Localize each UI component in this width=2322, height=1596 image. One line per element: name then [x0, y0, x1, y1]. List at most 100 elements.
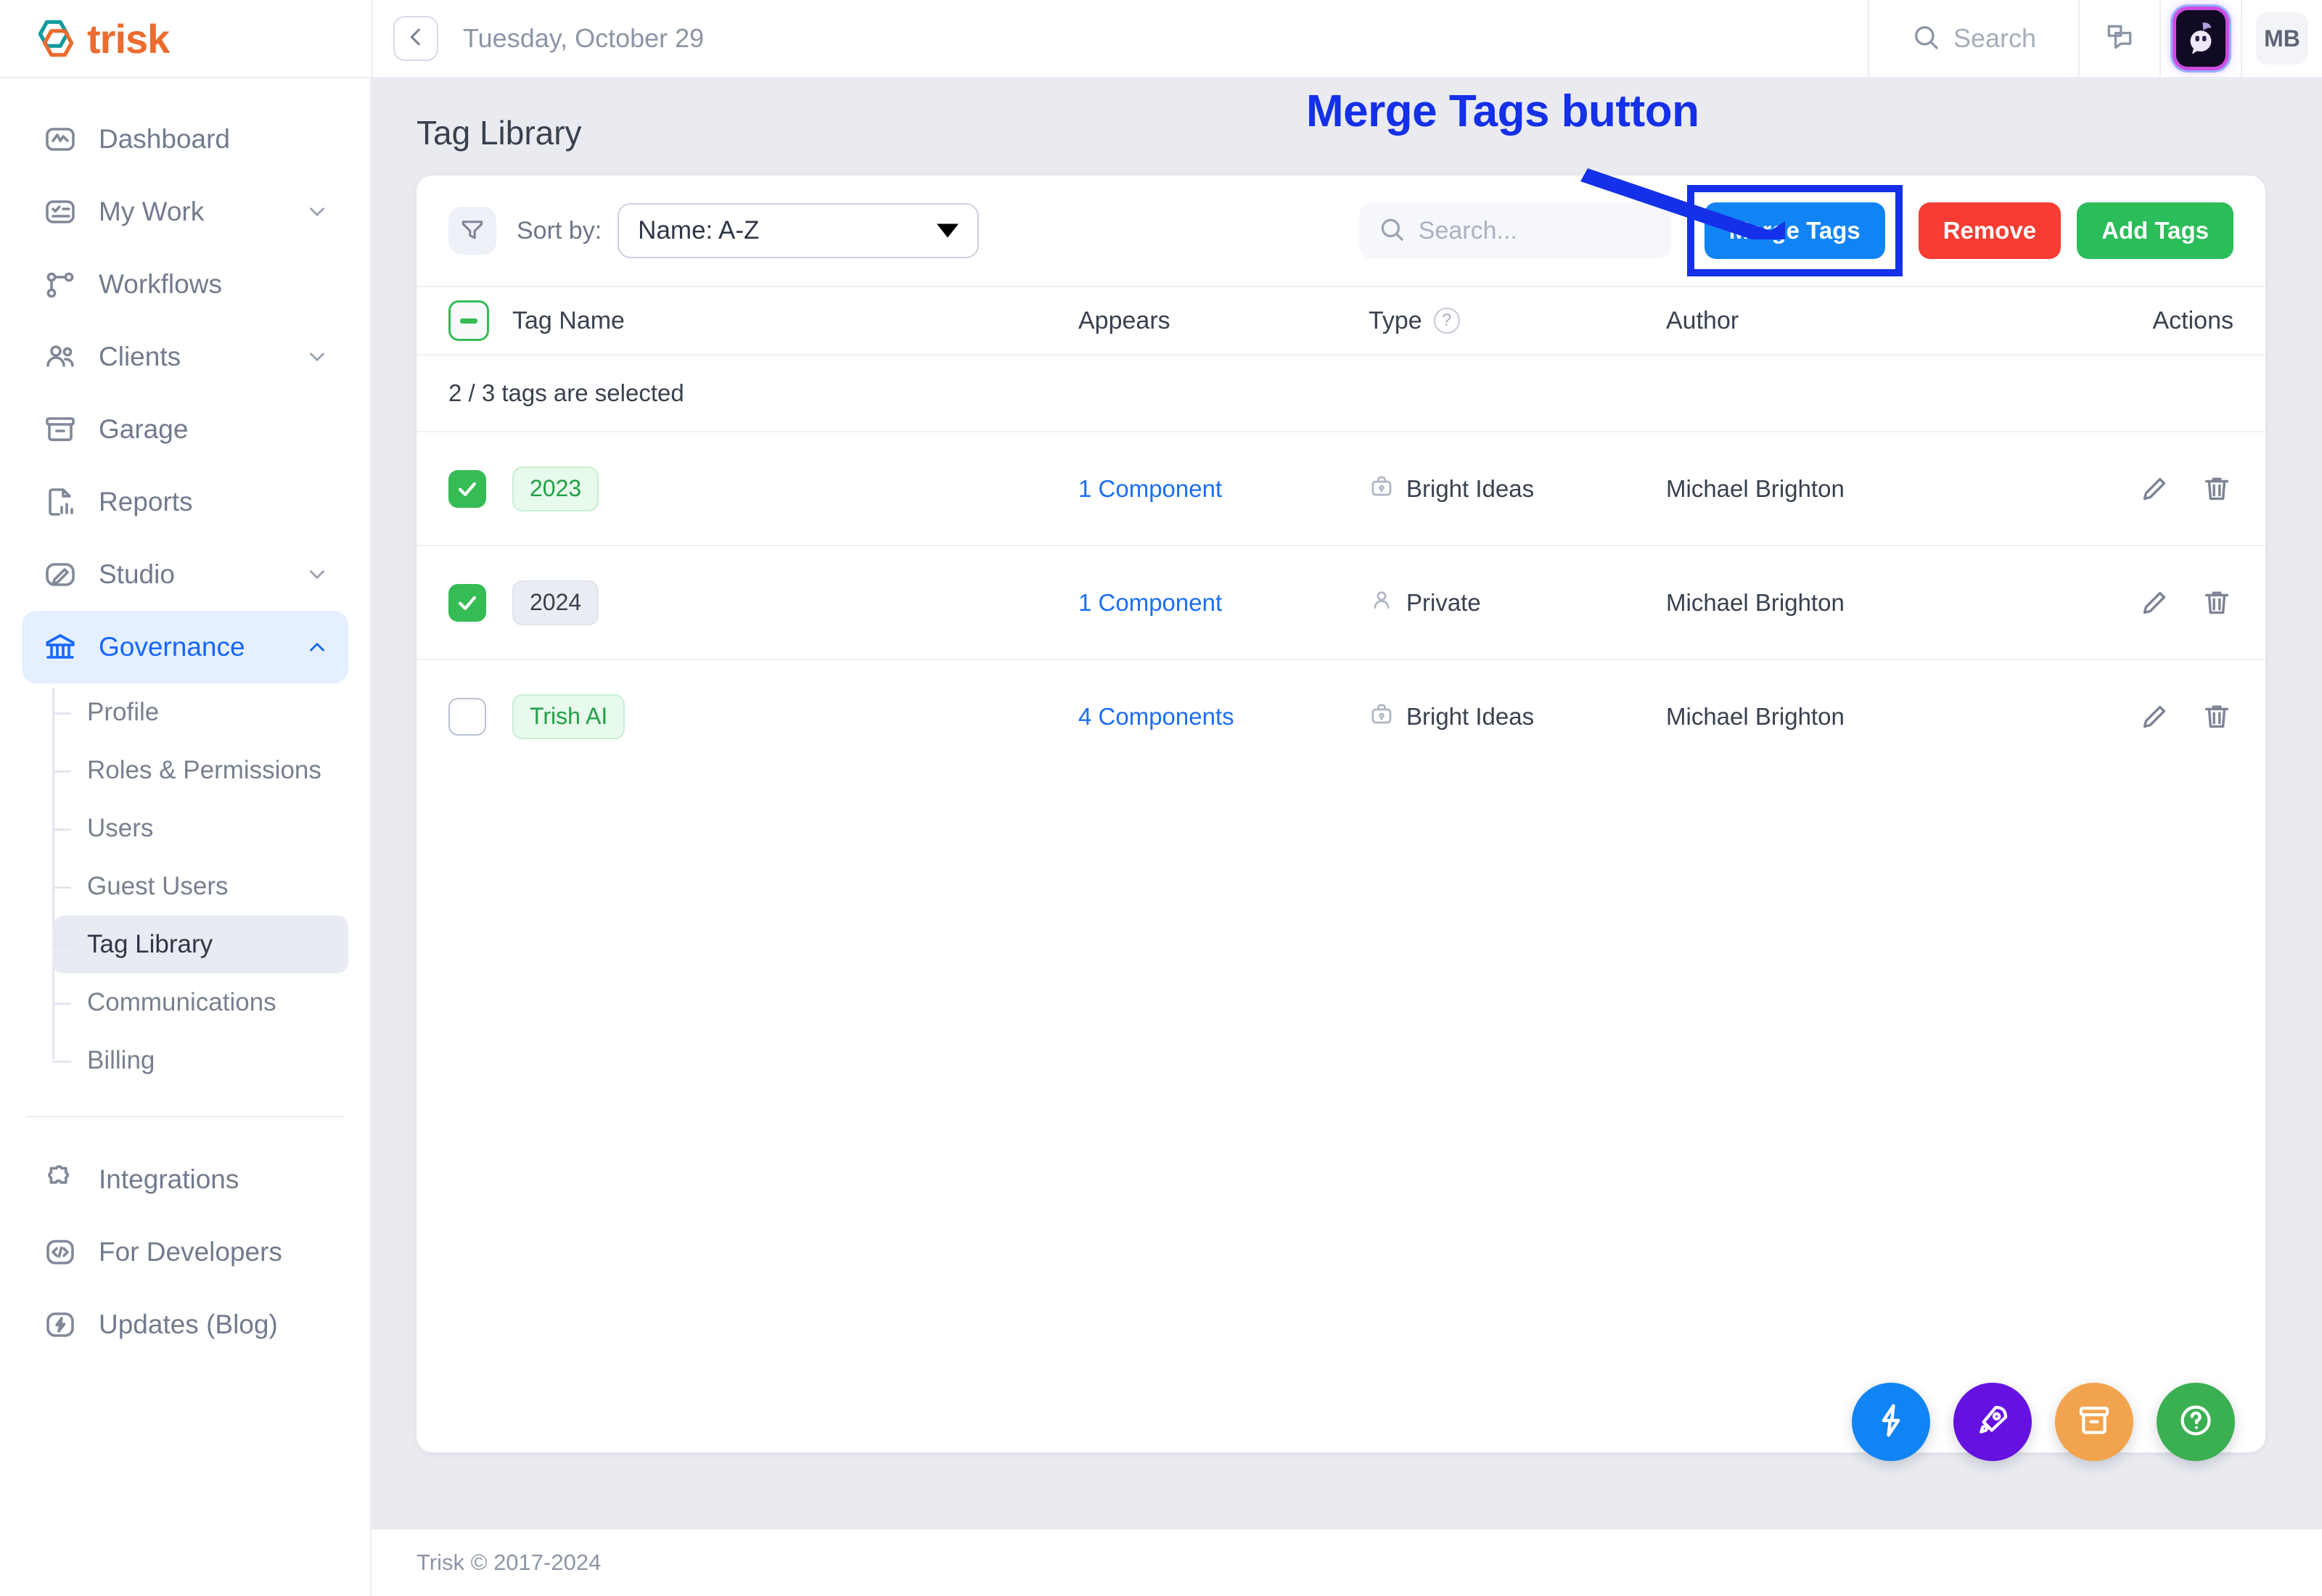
search-input[interactable]: Search...: [1358, 202, 1671, 259]
sidebar-item-my-work[interactable]: My Work: [22, 176, 348, 248]
chevron-left-icon: [403, 25, 428, 53]
sidebar-item-guest-users[interactable]: Guest Users: [52, 857, 348, 916]
sidebar-item-users[interactable]: Users: [52, 799, 348, 857]
sidebar-item-roles-permissions[interactable]: Roles & Permissions: [52, 741, 348, 799]
brand[interactable]: trisk: [0, 0, 372, 78]
global-search-button[interactable]: Search: [1868, 0, 2078, 78]
caret-down-icon: [937, 223, 959, 238]
trash-icon[interactable]: [2200, 700, 2233, 733]
sub-item-label: Users: [87, 814, 154, 842]
pencil-icon[interactable]: [2138, 586, 2171, 620]
archive-box-icon: [2075, 1401, 2114, 1444]
row-checkbox-cell: [448, 697, 512, 736]
row-type-cell: Bright Ideas: [1369, 701, 1666, 733]
row-checkbox[interactable]: [448, 469, 486, 508]
sidebar-item-governance[interactable]: Governance: [22, 611, 348, 683]
row-tag-cell: 2023: [512, 466, 1078, 511]
app-root: trisk Tuesday, October 29 Search MB Dash…: [0, 0, 2322, 1596]
chevron-up-icon: [305, 635, 329, 659]
reports-icon: [41, 482, 80, 522]
question-mark-icon[interactable]: ?: [1433, 308, 1460, 334]
clients-icon: [41, 337, 80, 377]
divider: [372, 0, 373, 78]
sidebar-item-workflows[interactable]: Workflows: [22, 248, 348, 321]
add-tags-button[interactable]: Add Tags: [2077, 202, 2233, 259]
column-header-author[interactable]: Author: [1666, 307, 2067, 335]
sidebar-item-label: Reports: [99, 487, 193, 517]
column-header-type[interactable]: Type: [1369, 307, 1422, 335]
sidebar-item-profile[interactable]: Profile: [52, 683, 348, 741]
sidebar-item-garage[interactable]: Garage: [22, 393, 348, 466]
garage-icon: [41, 410, 80, 449]
help-fab[interactable]: [2157, 1383, 2235, 1461]
global-search-label: Search: [1953, 23, 2037, 53]
sidebar-item-communications[interactable]: Communications: [52, 974, 348, 1032]
sidebar-item-for-developers[interactable]: For Developers: [22, 1216, 348, 1288]
column-header-appears[interactable]: Appears: [1078, 307, 1369, 335]
indeterminate-dash-icon: [460, 318, 477, 324]
briefcase-icon: [1369, 473, 1395, 505]
sidebar: Dashboard My Work Workflows Clients Gara…: [0, 78, 372, 1596]
launch-fab[interactable]: [1953, 1383, 2032, 1461]
current-date: Tuesday, October 29: [463, 23, 705, 53]
row-appears-cell: 1 Component: [1078, 475, 1369, 503]
row-author: Michael Brighton: [1666, 474, 1845, 502]
user-avatar-button[interactable]: MB: [2241, 0, 2322, 78]
appears-link[interactable]: 4 Components: [1078, 703, 1234, 730]
table-row[interactable]: Trish AI 4 Components Bright Ideas Micha…: [417, 659, 2265, 773]
sidebar-item-integrations[interactable]: Integrations: [22, 1143, 348, 1216]
remove-button[interactable]: Remove: [1918, 202, 2062, 259]
row-tag-cell: 2024: [512, 580, 1078, 625]
workflows-icon: [41, 265, 80, 304]
tag-badge[interactable]: Trish AI: [512, 694, 625, 739]
row-actions: [2067, 700, 2233, 733]
table-row[interactable]: 2023 1 Component Bright Ideas Michael Br…: [417, 431, 2265, 545]
row-type-cell: Private: [1369, 587, 1666, 619]
chevron-down-icon: [305, 345, 329, 369]
sidebar-item-label: For Developers: [99, 1237, 282, 1267]
row-checkbox-cell: [448, 469, 512, 508]
sub-item-label: Tag Library: [87, 930, 213, 958]
row-appears-cell: 4 Components: [1078, 703, 1369, 731]
sidebar-item-tag-library[interactable]: Tag Library: [52, 916, 348, 974]
quick-actions-fab[interactable]: [1852, 1383, 1930, 1461]
merge-tags-button[interactable]: Merge Tags: [1704, 202, 1885, 259]
sidebar-item-studio[interactable]: Studio: [22, 538, 348, 611]
sidebar-item-reports[interactable]: Reports: [22, 466, 348, 538]
lightning-bolt-icon: [41, 1305, 80, 1344]
row-type-cell: Bright Ideas: [1369, 473, 1666, 505]
appears-link[interactable]: 1 Component: [1078, 475, 1222, 502]
column-header-tag-name[interactable]: Tag Name: [512, 307, 1078, 335]
sidebar-item-clients[interactable]: Clients: [22, 321, 348, 393]
sort-by-select[interactable]: Name: A-Z: [618, 203, 980, 258]
tag-badge[interactable]: 2024: [512, 580, 599, 625]
trash-icon[interactable]: [2200, 586, 2233, 620]
trash-icon[interactable]: [2200, 472, 2233, 506]
select-all-checkbox[interactable]: [448, 300, 489, 341]
archive-fab[interactable]: [2055, 1383, 2133, 1461]
filter-button[interactable]: [448, 207, 496, 255]
sidebar-item-updates-blog[interactable]: Updates (Blog): [22, 1288, 348, 1361]
pencil-icon[interactable]: [2138, 700, 2171, 733]
chat-button[interactable]: [2078, 0, 2159, 78]
ai-assistant-button[interactable]: [2159, 0, 2241, 78]
appears-link[interactable]: 1 Component: [1078, 589, 1222, 616]
my-work-icon: [41, 192, 80, 231]
check-icon: [458, 482, 477, 496]
chevron-down-icon: [305, 200, 329, 224]
tag-badge[interactable]: 2023: [512, 466, 599, 511]
sidebar-item-billing[interactable]: Billing: [52, 1032, 348, 1090]
briefcase-icon: [1369, 701, 1395, 733]
row-checkbox[interactable]: [448, 583, 486, 622]
type-value-wrap: Bright Ideas: [1369, 701, 1534, 733]
sidebar-divider: [26, 1116, 344, 1117]
copyright-text: Trisk © 2017-2024: [417, 1550, 602, 1575]
pencil-icon[interactable]: [2138, 472, 2171, 506]
sidebar-collapse-button[interactable]: [393, 16, 438, 61]
search-icon: [1911, 22, 1940, 55]
sub-item-label: Roles & Permissions: [87, 756, 321, 784]
governance-subnav: Profile Roles & Permissions Users Guest …: [52, 683, 370, 1090]
table-row[interactable]: 2024 1 Component Private Michael Brighto…: [417, 545, 2265, 659]
row-checkbox[interactable]: [448, 697, 486, 736]
sidebar-item-dashboard[interactable]: Dashboard: [22, 103, 348, 176]
